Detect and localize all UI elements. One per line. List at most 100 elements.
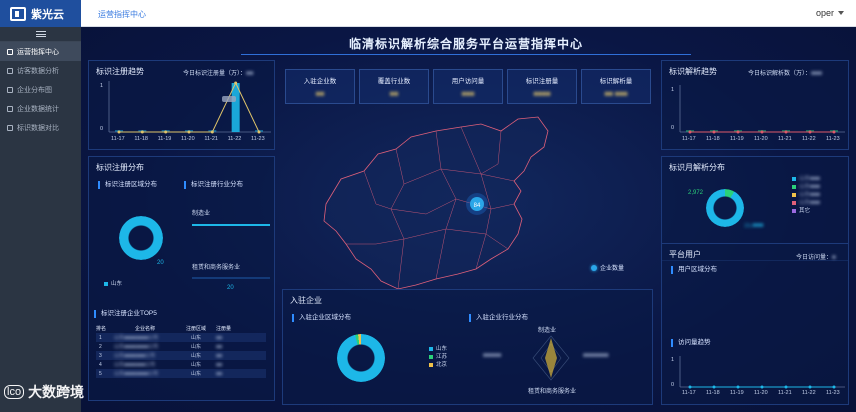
x-tick-label: 11-19 — [157, 136, 172, 142]
stat-value: ■■■■ — [533, 91, 551, 98]
sidebar-item-visitor-analysis[interactable]: 访客数据分析 — [0, 61, 81, 80]
menu-toggle-button[interactable] — [0, 27, 81, 42]
x-tick-label: 11-23 — [826, 390, 840, 396]
watermark-logo: lco — [4, 385, 25, 399]
x-tick-label: 11-22 — [802, 136, 816, 142]
stat-visits[interactable]: 用户访问量 ■■■ — [433, 69, 503, 104]
stat-industries[interactable]: 覆盖行业数 ■■ — [359, 69, 429, 104]
x-tick-label: 11-23 — [826, 136, 840, 142]
ent-region-label: 入驻企业区域分布 — [292, 314, 351, 322]
chart-point[interactable] — [187, 130, 191, 134]
logo-icon — [10, 6, 26, 21]
sidebar-item-label: 标识数据对比 — [17, 124, 59, 132]
sidebar-item-label: 访客数据分析 — [17, 67, 59, 75]
table-header: 排名 企业名称 注册区域 注册量 — [96, 326, 232, 332]
map-legend: 企业数量 — [591, 263, 624, 272]
platform-users-panel: 平台用户 今日访问量：■ 用户区域分布 访问量趋势 1 0 11-17 11-18… — [661, 243, 849, 405]
chart-point[interactable] — [117, 130, 121, 134]
x-tick-label: 11-18 — [706, 390, 720, 396]
hamburger-icon — [35, 31, 46, 37]
chart-point[interactable] — [140, 130, 144, 134]
sidebar-item-enterprise-stats[interactable]: 企业数据统计 — [0, 99, 81, 118]
ent-region-legend: 山东 江苏 北京 — [429, 345, 447, 369]
sidebar-item-label: 运营指挥中心 — [17, 48, 59, 56]
chart-point[interactable] — [832, 130, 836, 134]
chart-point[interactable] — [760, 385, 764, 389]
chart-point[interactable] — [257, 130, 261, 134]
watermark: lco 大数跨境 — [4, 382, 84, 402]
watermark-text: 大数跨境 — [28, 384, 85, 400]
panel-title: 入驻企业 — [290, 296, 322, 305]
peak-tooltip — [222, 96, 236, 102]
region-donut — [119, 216, 163, 260]
x-tick-label: 11-23 — [251, 136, 265, 142]
dashboard-header: 临清标识解析综合服务平台运营指挥中心 — [241, 33, 691, 55]
stat-registrations[interactable]: 标识注册量 ■■■■ — [507, 69, 577, 104]
user-name: oper — [815, 8, 834, 18]
industry-2-label: 租赁和商务服务业 — [192, 265, 241, 271]
compare-icon — [7, 124, 13, 131]
stat-enterprises[interactable]: 入驻企业数 ■■ — [285, 69, 355, 104]
enterprises-panel: 入驻企业 入驻企业区域分布 入驻企业行业分布 山东 江苏 北京 制造业 ■■■■… — [282, 289, 653, 405]
resolve-trend-panel: 标识解析趋势 今日标识解析数（万）：■■■ 1 0 11-17 11-18 11-1… — [661, 60, 849, 150]
chart-point[interactable] — [808, 385, 812, 389]
chart-point[interactable] — [736, 385, 740, 389]
region-donut-value: 20 — [157, 260, 164, 266]
breadcrumb[interactable]: 运营指挥中心 — [98, 9, 146, 20]
industry-1-bar — [192, 224, 270, 226]
chart-point[interactable] — [832, 385, 836, 389]
monthly-legend: 山东■■■ 山东■■■ 山东■■■ 山东■■■ 其它 — [792, 175, 820, 215]
chart-point[interactable] — [760, 130, 764, 134]
region-legend: 山东 — [104, 280, 122, 288]
sidebar-item-command-center[interactable]: 运营指挥中心 — [0, 42, 81, 61]
industry-dist-label: 标识注册行业分布 — [184, 181, 243, 189]
chart-point[interactable] — [688, 130, 692, 134]
x-tick-label: 11-19 — [730, 390, 744, 396]
table-row[interactable]: 5 山东■■■■■■■■公司 山东 ■■ — [96, 369, 266, 378]
table-row[interactable]: 4 山东■■■■■■■公司 山东 ■■ — [96, 360, 266, 369]
monthly-value-1: 2,972 — [688, 190, 704, 196]
chart-point[interactable] — [234, 81, 238, 85]
top5-table: 排名 企业名称 注册区域 注册量 1 山东■■■■■■■■公司 山东 ■■ 2 山东■■■■■… — [96, 324, 266, 378]
industry-1-label: 制造业 — [192, 211, 211, 217]
chart-point[interactable] — [808, 130, 812, 134]
sidebar-item-identifier-compare[interactable]: 标识数据对比 — [0, 118, 81, 137]
x-tick-label: 11-22 — [227, 136, 242, 142]
industry-2-bar — [192, 277, 270, 279]
visit-trend-chart — [679, 356, 845, 389]
map-marker-value: 84 — [474, 203, 481, 209]
china-map[interactable]: 84 — [286, 109, 651, 304]
table-row[interactable]: 2 山东■■■■■■■■公司 山东 ■■ — [96, 342, 266, 351]
region-dist-label: 标识注册区域分布 — [98, 181, 157, 189]
chart-point[interactable] — [784, 385, 788, 389]
stat-label: 标识解析量 — [599, 78, 633, 85]
top-bar: 紫光云 运营指挥中心 oper — [0, 0, 856, 27]
chart-point[interactable] — [712, 130, 716, 134]
monthly-value-2: 15,■■■ — [744, 223, 764, 229]
monthly-donut — [706, 189, 744, 227]
x-tick-label: 11-17 — [682, 390, 696, 396]
stat-label: 入驻企业数 — [303, 78, 337, 85]
panel-title: 标识注册分布 — [96, 163, 144, 172]
chart-point[interactable] — [210, 130, 214, 134]
chart-point[interactable] — [688, 385, 692, 389]
sidebar-item-enterprise-map[interactable]: 企业分布图 — [0, 80, 81, 99]
x-tick-label: 11-21 — [778, 136, 792, 142]
chart-point[interactable] — [164, 130, 168, 134]
stat-value: ■■ ■■■ — [604, 91, 628, 98]
chart-point[interactable] — [712, 385, 716, 389]
sidebar-item-label: 企业数据统计 — [17, 105, 59, 113]
sidebar-item-label: 企业分布图 — [17, 86, 52, 94]
dashboard-title: 临清标识解析综合服务平台运营指挥中心 — [348, 37, 583, 51]
chart-point[interactable] — [736, 130, 740, 134]
stat-resolutions[interactable]: 标识解析量 ■■ ■■■ — [581, 69, 651, 104]
table-row[interactable]: 1 山东■■■■■■■■公司 山东 ■■ — [96, 333, 266, 342]
chart-bar[interactable] — [231, 83, 240, 132]
table-row[interactable]: 3 山东■■■■■■■公司 山东 ■■ — [96, 351, 266, 360]
brand-logo[interactable]: 紫光云 — [0, 0, 81, 27]
chart-point[interactable] — [784, 130, 788, 134]
x-tick-label: 11-18 — [706, 136, 720, 142]
x-tick-label: 11-20 — [754, 390, 768, 396]
user-menu[interactable]: oper — [816, 8, 844, 18]
x-tick-label: 11-19 — [730, 136, 744, 142]
